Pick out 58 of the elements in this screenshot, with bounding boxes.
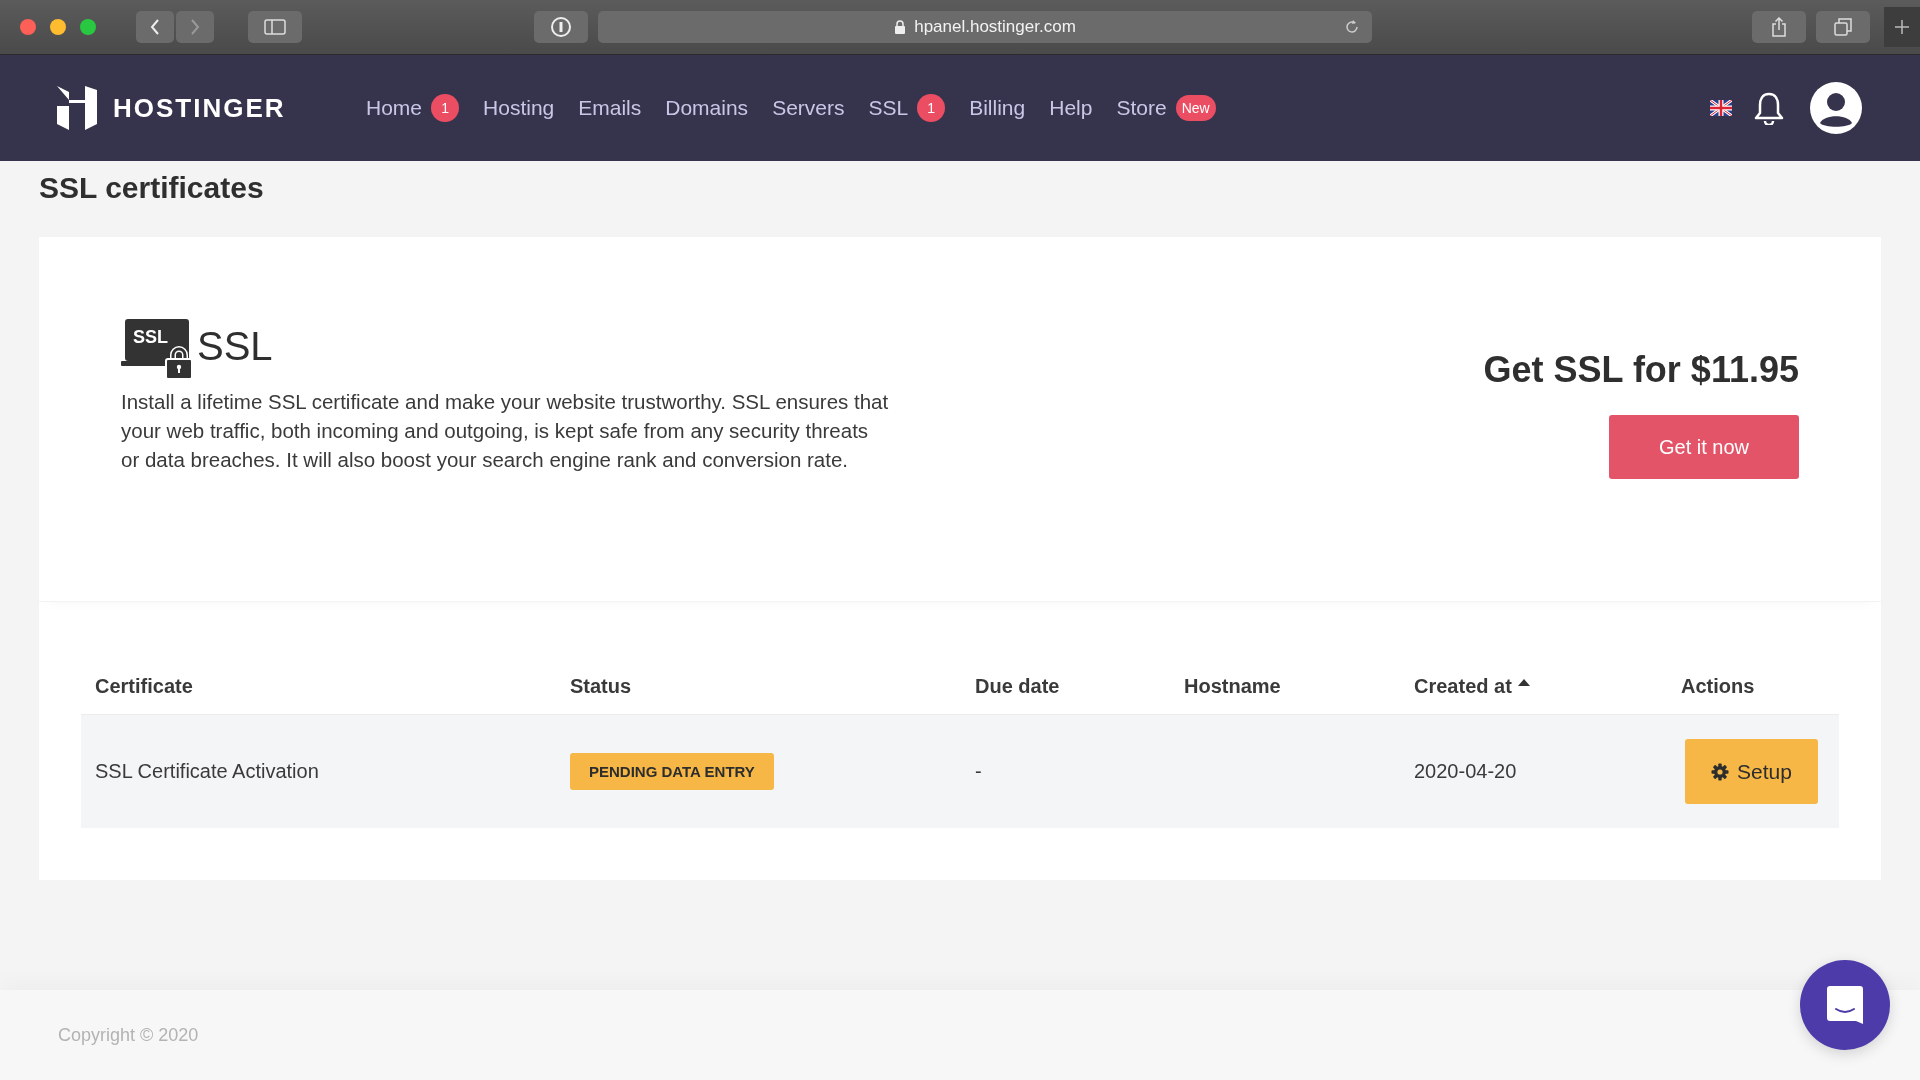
price-heading: Get SSL for $11.95 [1483, 349, 1799, 391]
user-avatar-icon[interactable] [1810, 82, 1862, 134]
page-title: SSL certificates [39, 171, 265, 205]
column-header[interactable]: Created at [1414, 674, 1530, 698]
lock-icon [894, 20, 907, 34]
tabs-icon [1834, 18, 1852, 36]
password-key-icon [550, 16, 572, 38]
certificate-cell: SSL Certificate Activation [95, 760, 319, 783]
password-manager-button[interactable] [534, 11, 588, 43]
new-tab-button[interactable] [1884, 7, 1920, 47]
share-icon [1771, 17, 1787, 37]
get-it-now-button[interactable]: Get it now [1609, 415, 1799, 479]
tabs-overview-button[interactable] [1816, 11, 1870, 43]
sidebar-toggle-button[interactable] [248, 11, 302, 43]
gear-icon [1711, 762, 1730, 781]
column-header[interactable]: Hostname [1184, 674, 1281, 698]
reload-icon[interactable] [1344, 19, 1360, 35]
notification-badge: New [1175, 95, 1216, 121]
zoom-window-button[interactable] [80, 19, 96, 35]
url-text: hpanel.hostinger.com [914, 17, 1076, 37]
copyright-text: Copyright © 2020 [58, 1024, 199, 1046]
nav-link[interactable]: SSL 1 [868, 94, 946, 122]
column-header[interactable]: Due date [975, 674, 1060, 698]
chat-button[interactable] [1800, 960, 1890, 1050]
column-header[interactable]: Actions [1681, 674, 1755, 698]
nav-link[interactable]: Hosting [483, 96, 555, 120]
address-bar[interactable]: hpanel.hostinger.com [598, 11, 1372, 43]
ssl-badge-label: SSL [133, 327, 168, 348]
nav-link[interactable]: Billing [969, 96, 1026, 120]
sort-ascending-icon [1517, 678, 1530, 686]
back-button[interactable] [136, 11, 174, 43]
nav-link[interactable]: Home 1 [366, 94, 460, 122]
nav-link[interactable]: Servers [772, 96, 845, 120]
share-button[interactable] [1752, 11, 1806, 43]
notification-badge: 1 [917, 94, 946, 122]
chevron-left-icon [149, 18, 161, 36]
created-at-cell: 2020-04-20 [1414, 760, 1517, 783]
chevron-right-icon [189, 18, 201, 36]
notifications-bell-icon[interactable] [1754, 91, 1784, 125]
close-window-button[interactable] [20, 19, 36, 35]
promo-description: Install a lifetime SSL certificate and make your website trustworthy. SSL ensures that your web traffic, both incoming and outgoing, is kept safe from any security threats or data breaches. It will also boost your search engine rank and conversion rate. [121, 389, 890, 473]
nav-link[interactable]: Emails [578, 96, 642, 120]
brand-name: HOSTINGER [113, 92, 286, 124]
plus-icon [1895, 20, 1909, 34]
due-date-cell: - [975, 760, 982, 783]
status-badge: PENDING DATA ENTRY [570, 753, 774, 790]
notification-badge: 1 [431, 94, 460, 122]
column-header[interactable]: Status [570, 674, 632, 698]
hostinger-logo-icon [57, 86, 97, 130]
sidebar-icon [264, 19, 286, 35]
uk-flag-icon[interactable] [1710, 100, 1732, 116]
nav-link[interactable]: Domains [665, 96, 749, 120]
column-header[interactable]: Certificate [95, 674, 193, 698]
nav-link[interactable]: Help [1049, 96, 1093, 120]
ssl-logo-text: SSL [197, 324, 273, 369]
minimize-window-button[interactable] [50, 19, 66, 35]
setup-button[interactable]: Setup [1685, 739, 1818, 804]
nav-link[interactable]: Store New [1116, 95, 1216, 121]
